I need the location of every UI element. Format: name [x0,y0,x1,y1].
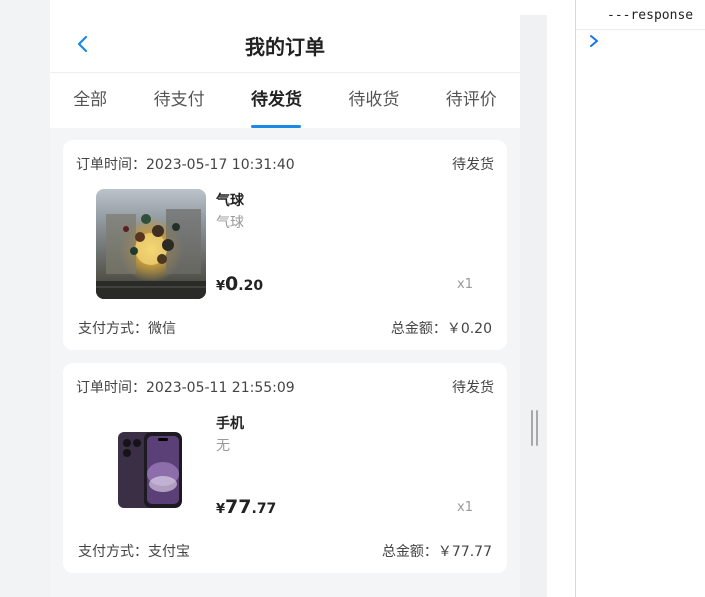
price-integer: 0 [225,273,239,295]
console-log-line: ---response [576,0,705,30]
page-title: 我的订单 [245,35,325,59]
order-time: 订单时间：2023-05-11 21:55:09 [76,380,295,396]
currency-symbol: ¥ [216,279,226,294]
product-description: 气球 [216,215,244,231]
panel-gap [547,0,575,597]
order-total: 总金额：￥77.77 [381,544,492,560]
product-price: ¥77.77 [216,496,276,518]
tab-pending-shipment[interactable]: 待发货 [247,73,306,128]
order-status: 待发货 [452,157,494,173]
tab-all[interactable]: 全部 [69,73,111,128]
product-image[interactable] [96,412,206,522]
price-decimal: .20 [238,278,264,294]
product-quantity: x1 [457,500,473,515]
currency-symbol: ¥ [216,502,226,517]
product-name: 手机 [216,416,244,432]
product-description: 无 [216,438,230,454]
panel-resize-handle[interactable] [530,410,538,446]
product-quantity: x1 [457,277,473,292]
order-time: 订单时间：2023-05-17 10:31:40 [76,157,295,173]
order-card[interactable]: 订单时间：2023-05-17 10:31:40 待发货 气球 气球 ¥0.20… [63,140,507,350]
top-nav-bar: 我的订单 [50,15,520,73]
product-price: ¥0.20 [216,273,263,295]
tab-pending-review[interactable]: 待评价 [442,73,501,128]
payment-method: 支付方式：支付宝 [78,544,190,560]
order-status-tabs: 全部 待支付 待发货 待收货 待评价 [50,73,520,128]
order-total: 总金额：￥0.20 [390,321,492,337]
tab-pending-receipt[interactable]: 待收货 [344,73,403,128]
price-integer: 77 [225,496,252,518]
balloon-photo [96,209,206,299]
tab-pending-payment[interactable]: 待支付 [150,73,209,128]
payment-method: 支付方式：微信 [78,321,176,337]
scrollbar-track[interactable] [520,15,547,597]
price-decimal: .77 [251,501,277,517]
smartphone-photo [118,432,182,508]
left-margin [0,0,50,597]
phone-view: 我的订单 全部 待支付 待发货 待收货 待评价 订单时间：2023-05-17 … [50,15,520,597]
console-panel: ---response [576,0,705,597]
product-image[interactable] [96,189,206,299]
product-name: 气球 [216,193,244,209]
console-input[interactable] [576,30,705,52]
order-card[interactable]: 订单时间：2023-05-11 21:55:09 待发货 手机 无 ¥77.77… [63,363,507,573]
order-status: 待发货 [452,380,494,396]
chevron-right-icon [590,35,598,47]
